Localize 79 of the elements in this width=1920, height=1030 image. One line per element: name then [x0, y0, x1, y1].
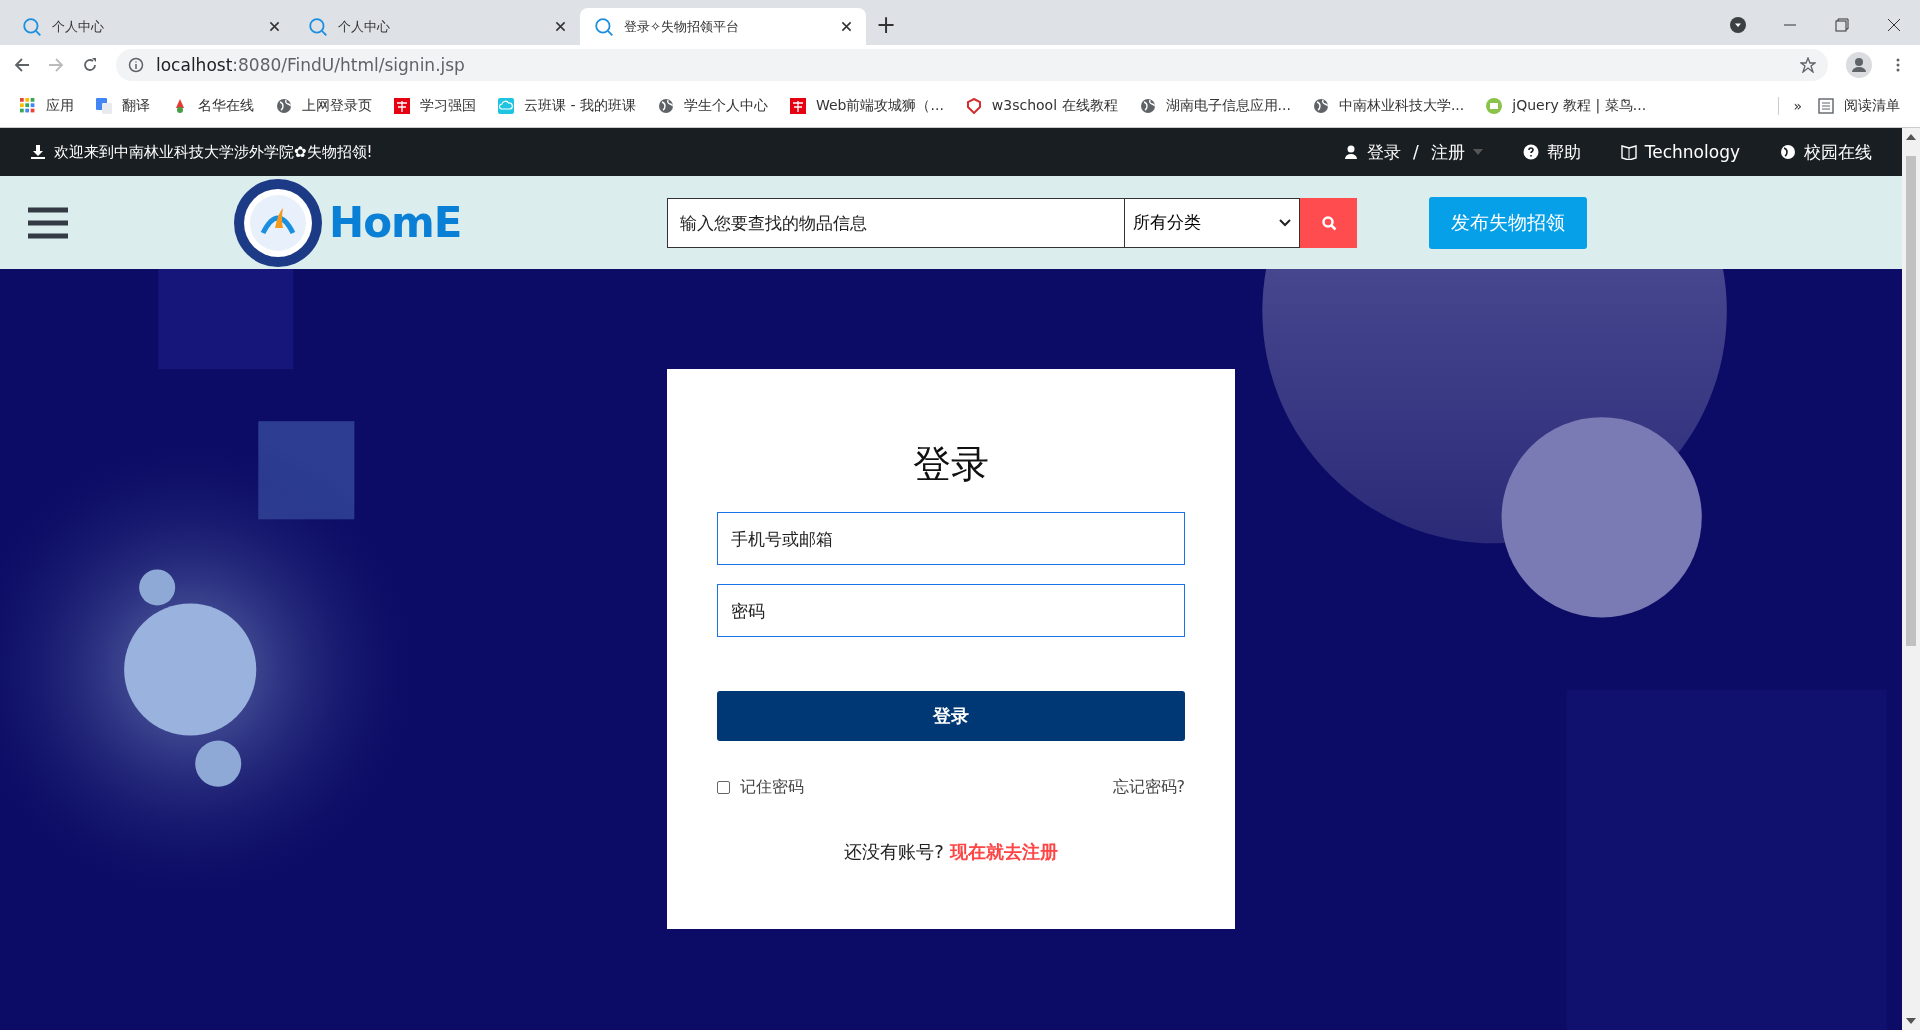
profile-icon[interactable] [1846, 52, 1872, 78]
search-icon [22, 16, 42, 37]
category-select[interactable]: 所有分类 [1125, 197, 1300, 248]
bookmark-link[interactable]: jQuery 教程 | 菜鸟... [1512, 97, 1647, 115]
bookmark-link[interactable]: 云班课 - 我的班课 [524, 97, 636, 115]
close-icon[interactable] [555, 21, 566, 32]
login-button[interactable]: 登录 [717, 691, 1185, 741]
globe-icon [1139, 98, 1156, 114]
globe-icon [1312, 98, 1329, 114]
cloud-icon [498, 98, 514, 114]
globe-icon [276, 98, 292, 114]
close-icon[interactable] [841, 21, 852, 32]
login-link[interactable]: 登录 [1367, 140, 1402, 164]
back-icon[interactable] [14, 57, 30, 73]
bookmark-link[interactable]: 名华在线 [198, 97, 254, 115]
url-text: localhost:8080/FindU/html/signin.jsp [156, 55, 465, 75]
remember-checkbox[interactable] [717, 781, 730, 794]
globe-icon [657, 98, 674, 114]
emblem-icon [233, 177, 323, 268]
search-button[interactable] [1300, 197, 1357, 248]
logo-text: HomE [329, 198, 462, 247]
hamburger-menu-icon[interactable] [28, 206, 68, 239]
bookmark-link[interactable]: 翻译 [122, 97, 150, 115]
star-icon[interactable] [1800, 57, 1816, 73]
shield-icon [965, 98, 982, 114]
book-icon [1620, 144, 1637, 160]
tab-search-icon[interactable] [1730, 17, 1746, 33]
register-prompt: 还没有账号? [844, 840, 944, 864]
login-title: 登录 [912, 441, 990, 488]
reading-list-button[interactable]: 阅读清单 [1844, 97, 1900, 115]
browser-tab[interactable]: 登录✧失物招领平台 [580, 8, 866, 45]
forgot-password-link[interactable]: 忘记密码? [1112, 777, 1185, 798]
register-link[interactable]: 注册 [1430, 140, 1465, 164]
info-icon [128, 57, 144, 73]
bookmark-link[interactable]: 湖南电子信息应用... [1165, 97, 1291, 115]
reload-icon[interactable] [82, 57, 98, 73]
account-field[interactable]: 手机号或邮箱 [717, 512, 1185, 565]
address-bar[interactable]: localhost:8080/FindU/html/signin.jsp [116, 49, 1828, 81]
translate-icon [96, 98, 112, 114]
technology-link[interactable]: Technology [1644, 142, 1740, 162]
user-icon [1343, 144, 1360, 160]
code-window-icon [1486, 98, 1503, 114]
search-field[interactable]: 输入您要查找的物品信息 [667, 197, 1125, 248]
scroll-up-icon[interactable] [1906, 134, 1916, 140]
welcome-text: 欢迎来到中南林业科技大学涉外学院✿失物招领! [54, 142, 373, 162]
separator-text: / [1413, 142, 1419, 162]
seal-icon [394, 98, 410, 114]
chevron-icon [1279, 218, 1291, 227]
bookmark-link[interactable]: 学习强国 [420, 97, 476, 115]
browser-tab[interactable]: 个人中心 [8, 8, 294, 45]
decor-sphere [195, 740, 242, 787]
seal-icon [789, 98, 806, 114]
bookmark-link[interactable]: w3school 在线教程 [991, 97, 1118, 115]
password-field[interactable]: 密码 [717, 584, 1185, 637]
close-icon[interactable] [269, 21, 280, 32]
bookmark-link[interactable]: 应用 [46, 97, 74, 115]
more-bookmarks-button[interactable]: » [1793, 98, 1802, 114]
list-icon [1818, 98, 1834, 114]
restore-icon[interactable] [1834, 17, 1850, 33]
browser-tab[interactable]: 个人中心 [294, 8, 580, 45]
new-tab-button[interactable]: + [876, 13, 897, 37]
scrollbar-thumb[interactable] [1906, 156, 1916, 646]
search-icon [308, 16, 328, 37]
bookmark-link[interactable]: 上网登录页 [302, 97, 372, 115]
search-icon [1320, 214, 1337, 231]
bookmark-link[interactable]: Web前端攻城狮（... [815, 97, 944, 115]
download-icon [30, 144, 46, 160]
help-icon [1522, 144, 1539, 160]
globe-icon [1780, 144, 1796, 160]
remember-label[interactable]: 记住密码 [740, 777, 804, 798]
help-link[interactable]: 帮助 [1546, 140, 1581, 164]
caret-icon [1472, 149, 1483, 155]
search-icon [594, 16, 614, 37]
bookmark-link[interactable]: 学生个人中心 [683, 97, 768, 115]
apps-grid-icon [20, 98, 36, 114]
campus-link[interactable]: 校园在线 [1804, 140, 1872, 164]
scroll-down-icon[interactable] [1906, 1018, 1916, 1024]
close-icon[interactable] [1886, 17, 1902, 33]
bookmark-link[interactable]: 中南林业科技大学... [1338, 97, 1465, 115]
